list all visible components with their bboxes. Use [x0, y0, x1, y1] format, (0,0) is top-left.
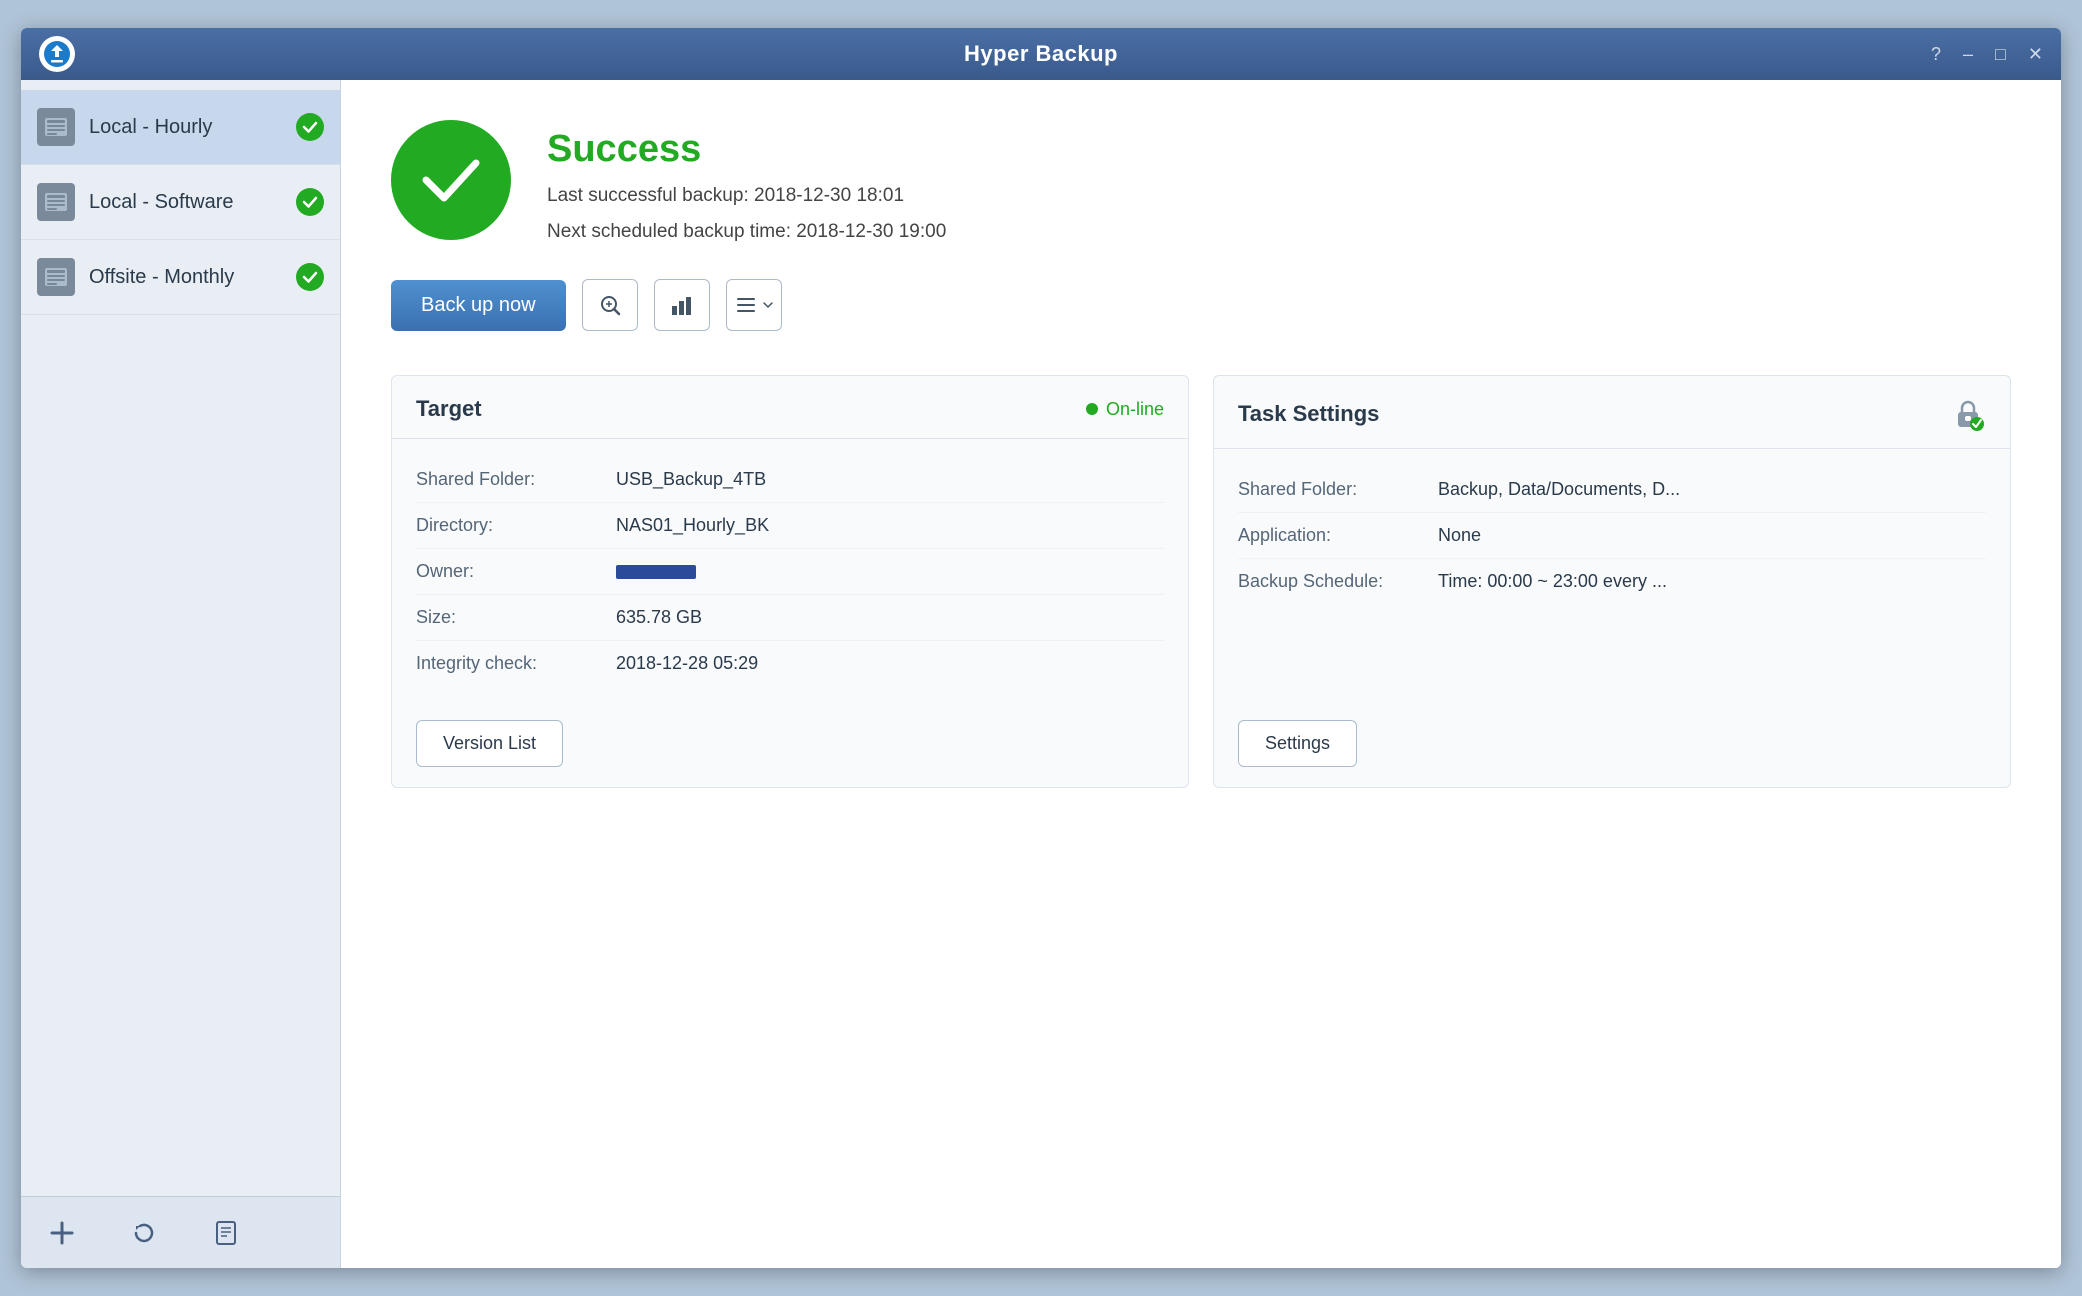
task-panel-title: Task Settings: [1238, 401, 1379, 427]
statistics-button[interactable]: [654, 279, 710, 331]
main-content: Local - Hourly: [21, 80, 2061, 1268]
info-panels: Target On-line Shared Folder: USB_Backup…: [391, 375, 2011, 788]
target-panel-title: Target: [416, 396, 482, 422]
label-size: Size:: [416, 607, 616, 628]
info-row-shared-folder: Shared Folder: USB_Backup_4TB: [416, 457, 1164, 503]
status-section: Success Last successful backup: 2018-12-…: [391, 120, 2011, 243]
owner-bar: [616, 565, 696, 579]
sidebar-item-offsite-monthly[interactable]: Offsite - Monthly: [21, 240, 340, 315]
value-integrity: 2018-12-28 05:29: [616, 653, 758, 674]
log-button[interactable]: [205, 1212, 247, 1254]
status-badge-local-hourly: [296, 113, 324, 141]
value-size: 635.78 GB: [616, 607, 702, 628]
titlebar: Hyper Backup ? – □ ✕: [21, 28, 2061, 80]
info-row-integrity: Integrity check: 2018-12-28 05:29: [416, 641, 1164, 686]
info-row-task-shared-folder: Shared Folder: Backup, Data/Documents, D…: [1238, 467, 1986, 513]
next-backup-line: Next scheduled backup time: 2018-12-30 1…: [547, 221, 946, 243]
target-panel-header: Target On-line: [392, 376, 1188, 439]
info-row-size: Size: 635.78 GB: [416, 595, 1164, 641]
value-directory: NAS01_Hourly_BK: [616, 515, 769, 536]
online-status: On-line: [1086, 399, 1164, 420]
settings-button[interactable]: Settings: [1238, 720, 1357, 767]
minimize-button[interactable]: –: [1963, 44, 1973, 65]
close-button[interactable]: ✕: [2028, 44, 2043, 65]
more-options-button[interactable]: [726, 279, 782, 331]
sidebar: Local - Hourly: [21, 80, 341, 1268]
restore-button[interactable]: [123, 1212, 165, 1254]
value-backup-schedule: Time: 00:00 ~ 23:00 every ...: [1438, 571, 1667, 592]
window-controls: ? – □ ✕: [1931, 44, 2043, 65]
info-row-directory: Directory: NAS01_Hourly_BK: [416, 503, 1164, 549]
status-badge-offsite-monthly: [296, 263, 324, 291]
maximize-button[interactable]: □: [1995, 44, 2006, 65]
sidebar-item-label-local-hourly: Local - Hourly: [89, 116, 282, 139]
sidebar-item-list: Local - Hourly: [21, 80, 340, 1196]
content-area: Success Last successful backup: 2018-12-…: [341, 80, 2061, 1268]
add-backup-button[interactable]: [41, 1212, 83, 1254]
last-backup-line: Last successful backup: 2018-12-30 18:01: [547, 185, 946, 207]
status-badge-local-software: [296, 188, 324, 216]
help-button[interactable]: ?: [1931, 44, 1941, 65]
value-application: None: [1438, 525, 1481, 546]
target-panel: Target On-line Shared Folder: USB_Backup…: [391, 375, 1189, 788]
version-list-button[interactable]: Version List: [416, 720, 563, 767]
label-integrity: Integrity check:: [416, 653, 616, 674]
info-row-backup-schedule: Backup Schedule: Time: 00:00 ~ 23:00 eve…: [1238, 559, 1986, 604]
label-shared-folder: Shared Folder:: [416, 469, 616, 490]
app-window: Hyper Backup ? – □ ✕: [21, 28, 2061, 1268]
task-panel-header: Task Settings: [1214, 376, 2010, 449]
value-task-shared-folder: Backup, Data/Documents, D...: [1438, 479, 1680, 500]
status-success-icon: [391, 120, 511, 240]
label-task-shared-folder: Shared Folder:: [1238, 479, 1438, 500]
target-panel-footer: Version List: [392, 704, 1188, 787]
info-row-owner: Owner:: [416, 549, 1164, 595]
task-panel-body: Shared Folder: Backup, Data/Documents, D…: [1214, 449, 2010, 704]
status-title: Success: [547, 128, 946, 171]
online-label: On-line: [1106, 399, 1164, 420]
task-panel: Task Settings: [1213, 375, 2011, 788]
back-up-now-button[interactable]: Back up now: [391, 280, 566, 331]
label-owner: Owner:: [416, 561, 616, 582]
sidebar-item-label-local-software: Local - Software: [89, 191, 282, 214]
sidebar-item-local-hourly[interactable]: Local - Hourly: [21, 90, 340, 165]
sidebar-item-label-offsite-monthly: Offsite - Monthly: [89, 266, 282, 289]
backup-icon-offsite-monthly: [37, 258, 75, 296]
sidebar-item-local-software[interactable]: Local - Software: [21, 165, 340, 240]
label-directory: Directory:: [416, 515, 616, 536]
label-backup-schedule: Backup Schedule:: [1238, 571, 1438, 592]
app-logo: [39, 36, 75, 72]
task-panel-footer: Settings: [1214, 704, 2010, 787]
label-application: Application:: [1238, 525, 1438, 546]
backup-icon-local-software: [37, 183, 75, 221]
lock-verified-icon: [1950, 396, 1986, 432]
action-buttons: Back up now: [391, 279, 2011, 331]
online-dot: [1086, 403, 1098, 415]
value-shared-folder: USB_Backup_4TB: [616, 469, 766, 490]
status-info: Success Last successful backup: 2018-12-…: [547, 120, 946, 243]
target-panel-body: Shared Folder: USB_Backup_4TB Directory:…: [392, 439, 1188, 704]
info-row-application: Application: None: [1238, 513, 1986, 559]
sidebar-footer: [21, 1196, 340, 1268]
browse-versions-button[interactable]: [582, 279, 638, 331]
backup-icon-local-hourly: [37, 108, 75, 146]
app-title: Hyper Backup: [964, 41, 1118, 67]
